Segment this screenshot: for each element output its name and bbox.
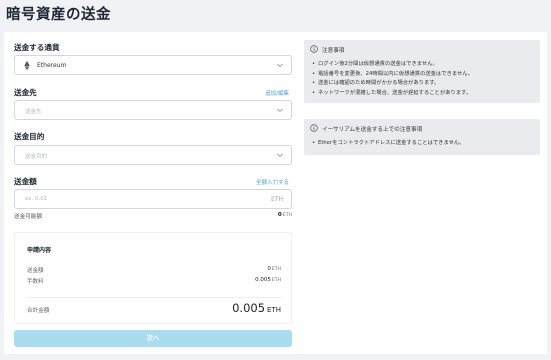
send-form-panel: 送金する通貨 Ethereum 送金先 追加/編集 送金先 送金目的 送金目的 … bbox=[4, 32, 547, 354]
total-amount: 0.005 bbox=[232, 301, 266, 315]
ethereum-icon bbox=[24, 61, 30, 70]
info-icon bbox=[310, 124, 318, 132]
summary-row-value: 0 bbox=[267, 266, 271, 272]
currency-select[interactable]: Ethereum bbox=[14, 55, 292, 75]
edit-destination-link[interactable]: 追加/編集 bbox=[265, 89, 289, 97]
chevron-down-icon bbox=[277, 153, 283, 158]
total-unit: ETH bbox=[267, 306, 281, 314]
notice-ethereum-title: イーサリアムを送金する上での注意事項 bbox=[322, 127, 423, 133]
notice-general: 注意事項 ログイン後2分間は仮想通貨の送金はできません。 電話番号を変更後、24… bbox=[304, 40, 540, 103]
summary-row-fee: 手数料 0.005ETH bbox=[27, 277, 281, 285]
amount-placeholder: ex. 0.01 bbox=[25, 196, 48, 202]
notice-general-list: ログイン後2分間は仮想通貨の送金はできません。 電話番号を変更後、24時間以内に… bbox=[312, 60, 534, 98]
amount-input[interactable]: ex. 0.01 ETH bbox=[14, 189, 292, 209]
summary-row-label: 手数料 bbox=[27, 279, 44, 285]
purpose-select[interactable]: 送金目的 bbox=[14, 145, 292, 165]
notice-item: 送金には確認のため時間がかかる場合があります。 bbox=[312, 79, 534, 89]
destination-label: 送金先 bbox=[14, 88, 37, 97]
currency-label: 送金する通貨 bbox=[14, 43, 60, 52]
total-label: 合計金額 bbox=[27, 308, 50, 314]
summary-divider bbox=[27, 297, 281, 298]
notice-item: Etherをコントラクトアドレスに送金することはできません。 bbox=[312, 139, 534, 149]
available-unit: ETH bbox=[282, 213, 292, 218]
page-title: 暗号資産の送金 bbox=[6, 7, 111, 23]
purpose-placeholder: 送金目的 bbox=[25, 154, 48, 160]
purpose-label: 送金目的 bbox=[14, 132, 45, 141]
summary-title: 申請内容 bbox=[27, 247, 52, 254]
chevron-down-icon bbox=[277, 108, 283, 113]
available-label: 送金可能額 bbox=[14, 214, 42, 220]
total-value: 0.005 ETH bbox=[232, 301, 281, 315]
summary-row-value: 0.005 bbox=[255, 277, 271, 283]
destination-select[interactable]: 送金先 bbox=[14, 100, 292, 120]
notice-general-title: 注意事項 bbox=[322, 48, 345, 54]
fill-all-link[interactable]: 全額入力する bbox=[256, 178, 289, 186]
notice-item: 電話番号を変更後、24時間以内に仮想通貨の送金はできません。 bbox=[312, 70, 534, 80]
destination-placeholder: 送金先 bbox=[25, 109, 42, 115]
summary-row-unit: ETH bbox=[271, 267, 281, 272]
summary-card: 申請内容 送金額 0ETH 手数料 0.005ETH 合計金額 0.005 ETH bbox=[14, 232, 292, 324]
summary-row-amount: 送金額 0ETH bbox=[27, 266, 281, 274]
summary-row-unit: ETH bbox=[271, 278, 281, 283]
info-icon bbox=[310, 45, 318, 53]
chevron-down-icon bbox=[277, 63, 283, 68]
notice-ethereum: イーサリアムを送金する上での注意事項 Etherをコントラクトアドレスに送金する… bbox=[304, 119, 540, 155]
amount-label: 送金額 bbox=[14, 177, 37, 186]
currency-value: Ethereum bbox=[37, 62, 67, 69]
notice-ethereum-list: Etherをコントラクトアドレスに送金することはできません。 bbox=[312, 139, 534, 149]
available-value: 0 bbox=[277, 212, 282, 218]
notice-item: ネットワークが混雑した場合、送金が遅延することがあります。 bbox=[312, 89, 534, 99]
next-button[interactable]: 次へ bbox=[14, 330, 292, 347]
available-amount-row: 送金可能額 0ETH bbox=[14, 212, 292, 220]
notice-item: ログイン後2分間は仮想通貨の送金はできません。 bbox=[312, 60, 534, 70]
summary-row-label: 送金額 bbox=[27, 268, 44, 274]
amount-unit: ETH bbox=[271, 196, 283, 203]
